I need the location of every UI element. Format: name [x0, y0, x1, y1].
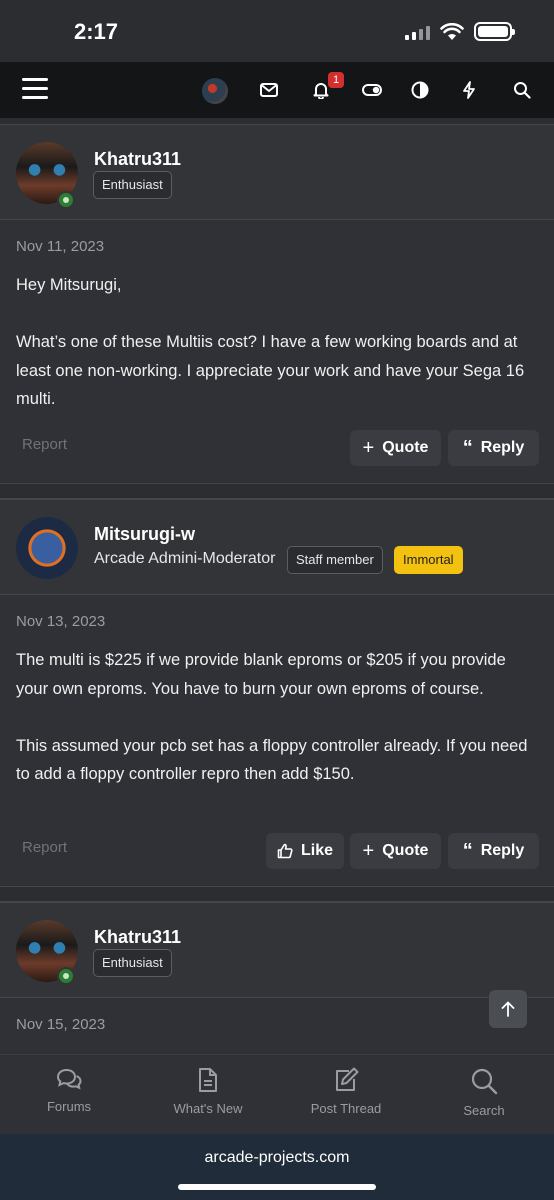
user-badge: Enthusiast	[93, 949, 172, 977]
post-header: Khatru311 Enthusiast	[0, 124, 554, 220]
tab-search-label: Search	[463, 1103, 505, 1118]
quote-button[interactable]: + Quote	[350, 833, 441, 869]
quote-marks-icon: “	[462, 839, 473, 862]
post-body: Hey Mitsurugi, What’s one of these Multi…	[16, 271, 541, 442]
search-icon[interactable]	[508, 76, 536, 104]
post-header: Khatru311 Enthusiast	[0, 902, 554, 998]
username[interactable]: Khatru311	[94, 927, 181, 948]
post-paragraph: What’s one of these Multiis cost? I have…	[16, 333, 525, 408]
post-paragraph: This assumed your pcb set has a floppy c…	[16, 736, 528, 784]
rank-badge: Immortal	[394, 546, 463, 574]
arrow-up-icon	[501, 1001, 515, 1017]
quote-label: Quote	[382, 439, 429, 456]
like-button[interactable]: Like	[266, 833, 344, 869]
post-date[interactable]: Nov 11, 2023	[16, 238, 104, 255]
post: Khatru311 Enthusiast Nov 11, 2023 Hey Mi…	[0, 124, 554, 482]
post-body: The multi is $225 if we provide blank ep…	[16, 646, 541, 817]
like-label: Like	[300, 842, 333, 859]
quote-label: Quote	[382, 842, 429, 859]
tab-post-thread-label: Post Thread	[310, 1101, 382, 1116]
avatar[interactable]	[16, 517, 78, 579]
reply-button[interactable]: “ Reply	[448, 833, 539, 869]
search-icon	[471, 1068, 498, 1095]
tab-forums[interactable]: Forums	[9, 1067, 129, 1114]
plus-icon: +	[362, 839, 375, 862]
post-divider	[0, 886, 554, 902]
post-paragraph: Hey Mitsurugi,	[16, 276, 122, 294]
reply-label: Reply	[480, 439, 525, 456]
tab-search[interactable]: Search	[424, 1067, 544, 1118]
home-indicator[interactable]	[178, 1184, 376, 1190]
user-badge: Enthusiast	[93, 171, 172, 199]
post: Khatru311 Enthusiast Nov 15, 2023	[0, 902, 554, 1054]
menu-icon[interactable]	[22, 78, 48, 102]
tab-post-thread[interactable]: Post Thread	[286, 1067, 406, 1116]
post-header: Mitsurugi-w Arcade Admini-Moderator Staf…	[0, 499, 554, 595]
chat-bubbles-icon	[56, 1068, 82, 1090]
quote-marks-icon: “	[462, 436, 473, 459]
status-bar: 2:17	[0, 0, 554, 62]
bottom-tab-bar: Forums What's New Post Thread Search	[0, 1054, 554, 1134]
user-title: Arcade Admini-Moderator	[94, 550, 276, 567]
browser-url-bar: arcade-projects.com	[0, 1134, 554, 1200]
cellular-signal-icon	[405, 24, 430, 40]
staff-badge[interactable]: Staff member	[287, 546, 383, 574]
online-status-icon	[57, 967, 75, 985]
post-paragraph: The multi is $225 if we provide blank ep…	[16, 651, 506, 698]
report-link[interactable]: Report	[22, 839, 67, 856]
quote-button[interactable]: + Quote	[350, 430, 441, 466]
envelope-icon[interactable]	[255, 76, 283, 104]
notification-badge: 1	[328, 72, 344, 88]
username[interactable]: Mitsurugi-w	[94, 524, 195, 545]
reply-label: Reply	[480, 842, 525, 859]
online-status-icon	[57, 191, 75, 209]
username[interactable]: Khatru311	[94, 149, 181, 170]
status-icons	[405, 22, 515, 41]
tab-forums-label: Forums	[46, 1099, 92, 1114]
reply-button[interactable]: “ Reply	[448, 430, 539, 466]
thumbs-up-icon	[277, 843, 293, 859]
contrast-icon[interactable]	[406, 76, 434, 104]
plus-icon: +	[362, 436, 375, 459]
bolt-icon[interactable]	[455, 76, 483, 104]
url-text[interactable]: arcade-projects.com	[0, 1149, 554, 1167]
user-avatar[interactable]	[202, 78, 228, 104]
report-link[interactable]: Report	[22, 436, 67, 453]
toggle-icon[interactable]	[358, 76, 386, 104]
tab-whats-new[interactable]: What's New	[148, 1067, 268, 1116]
top-navigation	[0, 62, 554, 118]
wifi-icon	[440, 22, 464, 40]
tab-whats-new-label: What's New	[173, 1101, 243, 1116]
post-date[interactable]: Nov 15, 2023	[16, 1016, 105, 1033]
post-date[interactable]: Nov 13, 2023	[16, 613, 105, 630]
edit-icon	[336, 1067, 359, 1091]
battery-icon	[474, 22, 515, 41]
scroll-to-top-button[interactable]	[489, 990, 527, 1028]
post-divider	[0, 483, 554, 499]
status-time: 2:17	[74, 19, 119, 44]
document-icon	[199, 1068, 217, 1092]
post: Mitsurugi-w Arcade Admini-Moderator Staf…	[0, 499, 554, 885]
